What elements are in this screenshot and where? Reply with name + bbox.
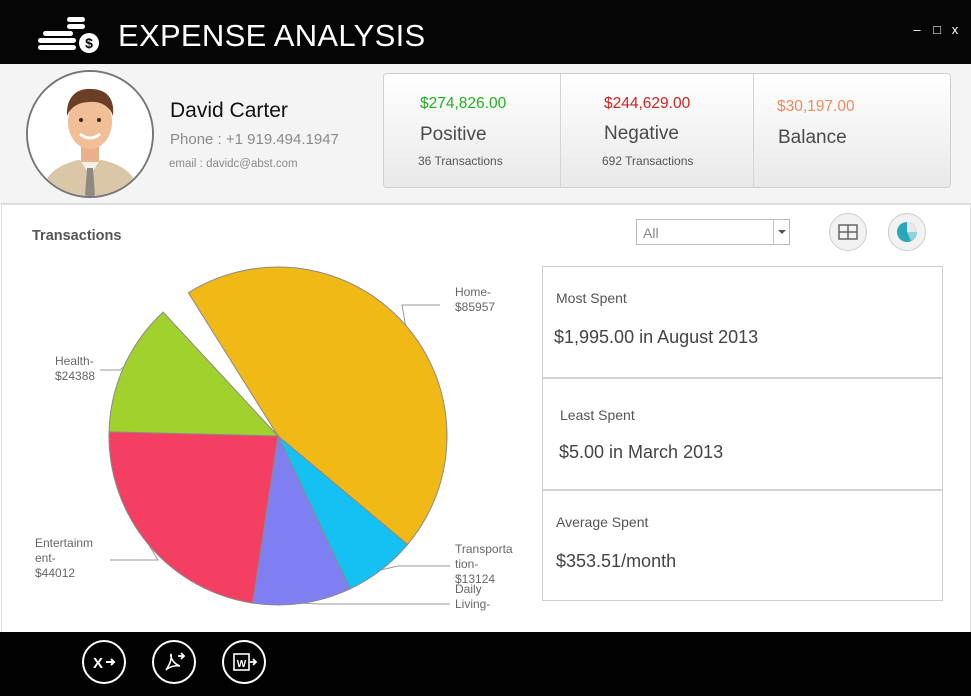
export-word-button[interactable]: W <box>222 640 266 684</box>
svg-text:$: $ <box>85 35 93 51</box>
balance-amount: $30,197.00 <box>777 98 855 115</box>
user-name: David Carter <box>170 99 288 122</box>
pie-label-transportation: Transporta tion-$13124 <box>455 542 513 586</box>
pdf-export-icon <box>165 652 186 671</box>
positive-amount: $274,826.00 <box>420 95 507 112</box>
grid-view-button[interactable] <box>829 213 867 251</box>
average-spent-label: Average Spent <box>556 514 649 530</box>
metric-divider <box>543 377 942 379</box>
most-spent-value: $1,995.00 in August 2013 <box>554 327 759 347</box>
spending-metrics: Most Spent $1,995.00 in August 2013 Leas… <box>542 266 943 601</box>
app-title: EXPENSE ANALYSIS <box>118 18 426 53</box>
metric-divider <box>543 489 942 491</box>
negative-count: 692 Transactions <box>602 154 694 168</box>
minimize-button[interactable]: – <box>910 22 924 38</box>
summary-stats: $274,826.00 Positive 36 Transactions $24… <box>383 73 951 188</box>
pie-label-health: Health-$24388 <box>55 354 95 383</box>
category-filter-value: All <box>643 225 659 241</box>
category-filter-select[interactable]: All <box>636 219 790 245</box>
balance-stat: $30,197.00 Balance <box>754 74 950 187</box>
pie-leader-line <box>381 565 450 571</box>
positive-count: 36 Transactions <box>418 154 503 168</box>
most-spent-label: Most Spent <box>556 290 627 306</box>
export-pdf-button[interactable] <box>152 640 196 684</box>
grid-view-icon <box>838 224 858 240</box>
average-spent-value: $353.51/month <box>556 551 677 571</box>
pie-view-button[interactable] <box>888 213 926 251</box>
user-photo-icon <box>28 72 152 196</box>
transactions-title: Transactions <box>32 228 122 244</box>
positive-stat: $274,826.00 Positive 36 Transactions <box>384 74 560 187</box>
pie-label-daily-living: Daily Living- <box>455 582 490 611</box>
user-phone: Phone : +1 919.494.1947 <box>170 131 339 148</box>
maximize-button[interactable]: □ <box>930 22 944 38</box>
excel-export-icon: X <box>93 655 116 672</box>
chevron-down-icon[interactable] <box>773 220 789 244</box>
balance-label: Balance <box>778 127 847 148</box>
avatar <box>26 70 154 198</box>
expense-pie-chart: Home-$85957 Transporta tion-$13124Daily Liv… <box>35 266 513 611</box>
negative-label: Negative <box>604 123 679 144</box>
pie-chart-icon <box>897 222 917 242</box>
pie-leader-line <box>401 304 440 326</box>
word-export-icon: W <box>233 653 258 671</box>
svg-text:W: W <box>237 659 247 670</box>
pie-label-entertainment: Entertainm ent-$44012 <box>35 536 93 580</box>
export-excel-button[interactable]: X <box>82 640 126 684</box>
negative-stat: $244,629.00 Negative 692 Transactions <box>561 74 753 187</box>
pie-label-home: Home-$85957 <box>455 285 495 314</box>
pie-slice-entertainment[interactable] <box>108 431 279 604</box>
coins-logo-icon: $ <box>38 17 99 53</box>
least-spent-value: $5.00 in March 2013 <box>559 442 724 462</box>
export-toolbar <box>0 632 971 696</box>
least-spent-label: Least Spent <box>560 407 635 423</box>
pie-leader-line <box>100 366 125 371</box>
positive-label: Positive <box>420 124 487 145</box>
pie-leader-line <box>302 602 450 605</box>
user-email: email : davidc@abst.com <box>169 158 298 170</box>
close-button[interactable]: x <box>948 22 962 38</box>
svg-text:X: X <box>93 655 103 672</box>
negative-amount: $244,629.00 <box>604 95 691 112</box>
